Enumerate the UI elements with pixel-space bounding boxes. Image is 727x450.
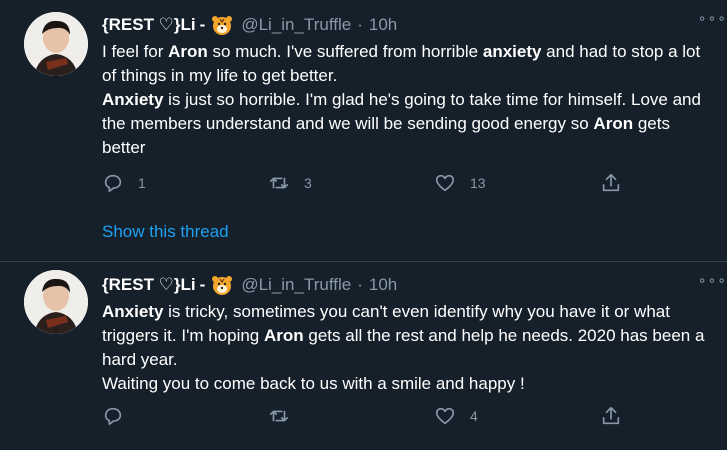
avatar[interactable] [24, 12, 88, 76]
user-handle[interactable]: @Li_in_Truffle [241, 15, 351, 35]
tweet-content: {REST ♡}Li - @Li_in_Truffle · 10h Anxiet… [102, 272, 711, 396]
reply-count: 1 [138, 175, 146, 191]
tweet-text: I feel for Aron so much. I've suffered f… [102, 40, 711, 160]
tiger-face-emoji-icon [212, 16, 233, 35]
retweet-button[interactable]: 3 [268, 172, 312, 194]
tweet-paragraph: Anxiety is tricky, sometimes you can't e… [102, 300, 711, 372]
share-icon [602, 406, 620, 425]
tweet-header: {REST ♡}Li - @Li_in_Truffle · 10h [102, 12, 711, 38]
highlighted-keyword: anxiety [482, 42, 542, 61]
highlighted-keyword: Anxiety [102, 302, 164, 321]
avatar-image [24, 12, 88, 76]
avatar[interactable] [24, 270, 88, 334]
highlighted-keyword: Aron [593, 114, 634, 133]
tweet-paragraph: I feel for Aron so much. I've suffered f… [102, 40, 711, 88]
display-name[interactable]: {REST ♡}Li [102, 275, 196, 295]
heart-icon [435, 407, 455, 425]
reply-icon [104, 174, 122, 193]
like-count: 4 [470, 408, 478, 424]
retweet-icon [269, 177, 289, 189]
user-handle[interactable]: @Li_in_Truffle [241, 275, 351, 295]
highlighted-keyword: Anxiety [102, 90, 164, 109]
reply-button[interactable]: 1 [102, 172, 146, 194]
retweet-button[interactable] [268, 405, 304, 427]
text-run: I feel for [102, 42, 169, 61]
timestamp[interactable]: 10h [369, 15, 397, 35]
separator-dot: · [357, 275, 363, 294]
retweet-icon [269, 410, 289, 422]
reply-icon [104, 407, 122, 426]
tweet-paragraph: Anxiety is just so horrible. I'm glad he… [102, 88, 711, 160]
display-name[interactable]: {REST ♡}Li [102, 15, 196, 35]
like-count: 13 [470, 175, 486, 191]
tweet-text: Anxiety is tricky, sometimes you can't e… [102, 300, 711, 396]
tweet-paragraph: Waiting you to come back to us with a sm… [102, 372, 711, 396]
highlighted-keyword: Aron [168, 42, 208, 61]
show-thread-link[interactable]: Show this thread [102, 222, 229, 242]
heart-icon [435, 174, 455, 192]
more-options-icon[interactable]: ∘∘∘ [698, 272, 727, 289]
retweet-count: 3 [304, 175, 312, 191]
timestamp[interactable]: 10h [369, 275, 397, 295]
tweet-header: {REST ♡}Li - @Li_in_Truffle · 10h [102, 272, 711, 298]
like-button[interactable]: 4 [434, 405, 478, 427]
text-run: Waiting you to come back to us with a sm… [102, 374, 525, 393]
tweet-2[interactable]: {REST ♡}Li - @Li_in_Truffle · 10h Anxiet… [0, 262, 727, 450]
separator-dot: · [357, 15, 363, 34]
name-dash: - [199, 15, 206, 34]
name-dash: - [199, 275, 206, 294]
tweet-1[interactable]: {REST ♡}Li - @Li_in_Truffle · 10h I feel… [0, 0, 727, 262]
reply-button[interactable] [102, 405, 138, 427]
text-run: so much. I've suffered from horrible [207, 42, 483, 61]
more-options-icon[interactable]: ∘∘∘ [698, 10, 727, 27]
highlighted-keyword: Aron [263, 326, 304, 345]
share-icon [602, 173, 620, 192]
tiger-face-emoji-icon [212, 276, 233, 295]
share-button[interactable] [600, 172, 622, 194]
share-button[interactable] [600, 405, 622, 427]
avatar-image [24, 270, 88, 334]
tweet-content: {REST ♡}Li - @Li_in_Truffle · 10h I feel… [102, 12, 711, 160]
like-button[interactable]: 13 [434, 172, 486, 194]
